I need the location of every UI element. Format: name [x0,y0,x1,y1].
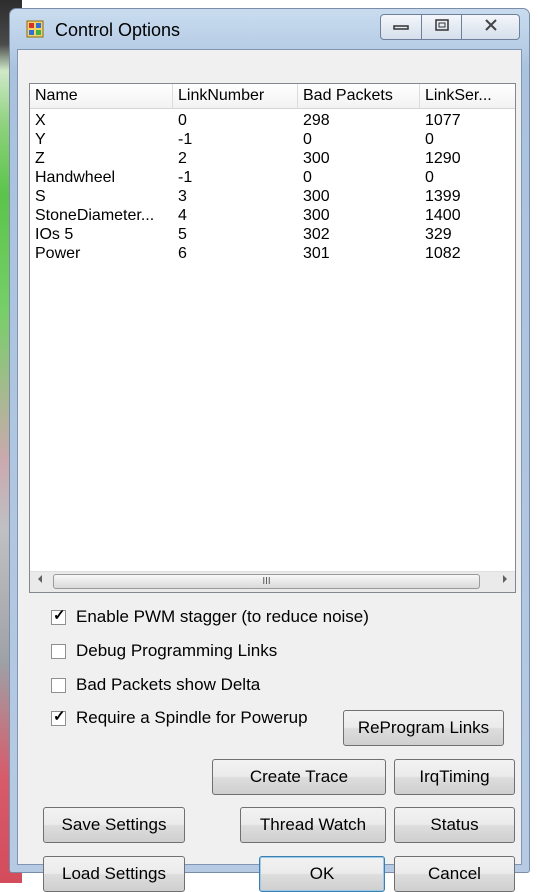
checkmark-icon: ✓ [53,707,66,725]
debug-programming-links-checkbox[interactable]: Debug Programming Links [51,640,277,662]
cell-link-number: 5 [178,226,187,243]
thread-watch-button[interactable]: Thread Watch [240,807,386,843]
scroll-thumb[interactable]: III [53,574,480,589]
chevron-right-icon [501,575,509,587]
control-options-window: Control Options Name LinkNumber Bad Pack… [9,8,530,892]
ok-button[interactable]: OK [259,856,385,892]
bad-packets-show-delta-checkbox[interactable]: Bad Packets show Delta [51,674,260,696]
table-row[interactable]: X 0 298 1077 [30,111,515,130]
table-row[interactable]: Y -1 0 0 [30,130,515,149]
table-row[interactable]: Handwheel -1 0 0 [30,168,515,187]
checkbox-label: Require a Spindle for Powerup [76,708,308,727]
cell-link-serial: 1400 [425,207,461,224]
column-header-link-number[interactable]: LinkNumber [173,84,298,108]
irq-timing-button[interactable]: IrqTiming [394,759,515,795]
cell-link-serial: 1290 [425,150,461,167]
dialog-client-area: Name LinkNumber Bad Packets LinkSer... X… [17,49,522,892]
chevron-left-icon [36,575,44,587]
horizontal-scrollbar[interactable]: III [30,571,515,592]
cell-bad-packets: 0 [303,131,312,148]
create-trace-button[interactable]: Create Trace [212,759,386,795]
cell-link-serial: 0 [425,131,434,148]
app-icon [26,20,44,38]
cell-bad-packets: 300 [303,207,330,224]
reprogram-links-button[interactable]: ReProgram Links [343,710,504,746]
table-row[interactable]: Power 6 301 1082 [30,244,515,263]
cell-link-serial: 1399 [425,188,461,205]
close-icon [484,18,498,36]
checkbox-label: Bad Packets show Delta [76,675,261,694]
cell-link-number: 0 [178,112,187,129]
enable-pwm-stagger-checkbox[interactable]: ✓ Enable PWM stagger (to reduce noise) [51,606,369,628]
checkbox-label: Debug Programming Links [76,641,278,660]
window-title: Control Options [55,20,181,40]
checkbox-box[interactable]: ✓ [51,606,66,625]
minimize-button[interactable] [380,14,422,40]
load-settings-button[interactable]: Load Settings [43,856,185,892]
cell-link-number: -1 [178,169,193,186]
cell-name: Y [35,131,46,148]
table-row[interactable]: IOs 5 5 302 329 [30,225,515,244]
checkmark-icon: ✓ [53,606,66,624]
cell-link-number: 4 [178,207,187,224]
cell-link-serial: 1082 [425,245,461,262]
cell-link-serial: 0 [425,169,434,186]
maximize-button[interactable] [422,14,462,40]
cell-name: S [35,188,46,205]
list-header: Name LinkNumber Bad Packets LinkSer... [30,84,515,109]
cell-name: StoneDiameter... [35,207,155,224]
cell-bad-packets: 302 [303,226,330,243]
scroll-left-arrow[interactable] [30,572,50,592]
column-header-name[interactable]: Name [30,84,173,108]
cancel-button[interactable]: Cancel [394,856,515,892]
table-row[interactable]: StoneDiameter... 4 300 1400 [30,206,515,225]
scroll-right-arrow[interactable] [495,572,515,592]
cell-bad-packets: 301 [303,245,330,262]
cell-bad-packets: 300 [303,188,330,205]
save-settings-button[interactable]: Save Settings [43,807,185,843]
cell-link-number: 6 [178,245,187,262]
links-list-view[interactable]: Name LinkNumber Bad Packets LinkSer... X… [29,83,516,593]
table-row[interactable]: Z 2 300 1290 [30,149,515,168]
cell-name: X [35,112,46,129]
cell-link-serial: 329 [425,226,452,243]
cell-bad-packets: 300 [303,150,330,167]
checkbox-label: Enable PWM stagger (to reduce noise) [76,607,369,626]
minimize-icon [393,18,409,36]
cell-name: Power [35,245,81,262]
cell-bad-packets: 0 [303,169,312,186]
status-button[interactable]: Status [394,807,515,843]
cell-bad-packets: 298 [303,112,330,129]
close-button[interactable] [462,14,520,40]
cell-link-serial: 1077 [425,112,461,129]
cell-name: Z [35,150,45,167]
column-header-link-serial[interactable]: LinkSer... [420,84,515,108]
require-spindle-checkbox[interactable]: ✓ Require a Spindle for Powerup [51,707,308,729]
checkbox-box[interactable] [51,677,66,693]
maximize-icon [434,18,449,36]
cell-link-number: 3 [178,188,187,205]
column-header-bad-packets[interactable]: Bad Packets [298,84,420,108]
cell-link-number: -1 [178,131,193,148]
table-row[interactable]: S 3 300 1399 [30,187,515,206]
title-bar[interactable]: Control Options [10,9,529,49]
cell-link-number: 2 [178,150,187,167]
checkbox-box[interactable] [51,643,66,659]
cell-name: IOs 5 [35,226,74,243]
cell-name: Handwheel [35,169,116,186]
checkbox-box[interactable]: ✓ [51,707,66,726]
